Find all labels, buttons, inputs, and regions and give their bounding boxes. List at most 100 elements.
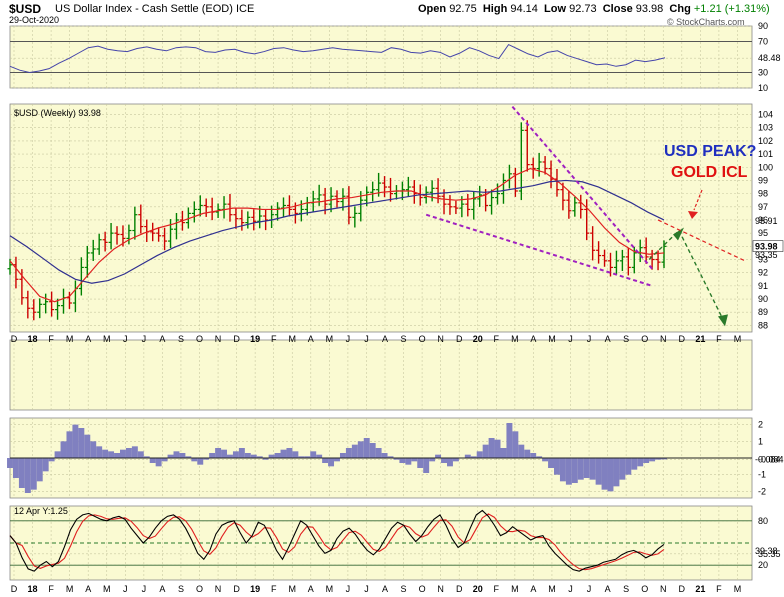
- macd-value-label: -0.084: [755, 454, 781, 464]
- x-tick-label-bottom: M: [734, 584, 742, 594]
- x-tick-label-bottom: J: [364, 584, 369, 594]
- annotation-usd-peak: USD PEAK?: [664, 143, 756, 160]
- x-tick-label: D: [233, 334, 240, 344]
- x-tick-label: D: [679, 334, 686, 344]
- price-panel: [9, 103, 753, 333]
- x-tick-label-bottom: J: [123, 584, 128, 594]
- x-tick-label-bottom: D: [233, 584, 240, 594]
- chart-canvas: D D 18 18 F F M M A A M M J J J J A A S S O O N N D D 19 19 F F M M A A M M…: [7, 21, 784, 594]
- price-title: $USD (Weekly) 93.98: [14, 108, 101, 118]
- x-tick-label: M: [289, 334, 297, 344]
- x-tick-label-bottom: J: [142, 584, 147, 594]
- x-tick-label-bottom: J: [568, 584, 573, 594]
- price-tick: 100: [758, 162, 773, 172]
- stoch-title: 12 Apr Y:1.25: [14, 506, 68, 516]
- x-tick-label-bottom: S: [623, 584, 629, 594]
- rsi-tick: 90: [758, 21, 768, 31]
- x-tick-label-bottom: A: [382, 584, 388, 594]
- x-tick-label-bottom: S: [178, 584, 184, 594]
- x-tick-label: S: [178, 334, 184, 344]
- x-tick-label: 19: [250, 334, 260, 344]
- price-tick: 98: [758, 189, 768, 199]
- price-tick: 101: [758, 149, 773, 159]
- x-tick-label-bottom: O: [641, 584, 648, 594]
- x-tick-label: M: [548, 334, 556, 344]
- x-tick-label-bottom: J: [346, 584, 351, 594]
- x-tick-label: S: [623, 334, 629, 344]
- x-tick-label: M: [511, 334, 519, 344]
- ma-slow-value-label: 95.91: [755, 216, 778, 226]
- x-tick-label-bottom: A: [605, 584, 611, 594]
- x-tick-label: N: [660, 334, 667, 344]
- x-tick-label-bottom: N: [215, 584, 222, 594]
- x-tick-label: F: [271, 334, 277, 344]
- x-tick-label-bottom: M: [289, 584, 297, 594]
- x-tick-label-bottom: M: [103, 584, 111, 594]
- annotation-gold-icl: GOLD ICL: [671, 164, 748, 181]
- price-tick: 90: [758, 294, 768, 304]
- price-tick: 89: [758, 307, 768, 317]
- price-tick: 92: [758, 268, 768, 278]
- x-tick-label-bottom: M: [66, 584, 74, 594]
- x-tick-label-bottom: D: [11, 584, 18, 594]
- macd-tick: 1: [758, 436, 763, 446]
- empty-panel: [9, 339, 753, 411]
- x-tick-label: S: [401, 334, 407, 344]
- price-tick: 103: [758, 123, 773, 133]
- x-tick-label-bottom: A: [308, 584, 314, 594]
- rsi-tick: 48.48: [758, 53, 781, 63]
- x-tick-label: O: [419, 334, 426, 344]
- x-tick-label-bottom: F: [271, 584, 277, 594]
- price-tick: 97: [758, 202, 768, 212]
- x-tick-label: A: [605, 334, 611, 344]
- x-tick-label-bottom: 18: [28, 584, 38, 594]
- rsi-tick: 30: [758, 68, 768, 78]
- x-tick-label: J: [123, 334, 128, 344]
- stoch-value-label: 39.38: [755, 546, 778, 556]
- x-tick-label-bottom: M: [548, 584, 556, 594]
- x-tick-label-bottom: O: [419, 584, 426, 594]
- price-tick: 104: [758, 110, 773, 120]
- x-tick-label-bottom: F: [48, 584, 54, 594]
- x-tick-label-bottom: 20: [473, 584, 483, 594]
- price-tick: 95: [758, 228, 768, 238]
- price-tick: 99: [758, 175, 768, 185]
- x-tick-label-bottom: F: [716, 584, 722, 594]
- macd-tick: -2: [758, 486, 766, 496]
- x-tick-label: M: [66, 334, 74, 344]
- x-tick-label: M: [326, 334, 334, 344]
- x-tick-label: A: [382, 334, 388, 344]
- x-tick-label: 20: [473, 334, 483, 344]
- x-tick-label-bottom: J: [587, 584, 592, 594]
- x-tick-label: O: [196, 334, 203, 344]
- x-tick-label: F: [716, 334, 722, 344]
- x-tick-label: J: [587, 334, 592, 344]
- x-tick-label: D: [456, 334, 463, 344]
- rsi-tick: 70: [758, 37, 768, 47]
- x-tick-label: J: [346, 334, 351, 344]
- x-tick-label: A: [530, 334, 536, 344]
- x-tick-label: N: [437, 334, 444, 344]
- chart-panels: [9, 25, 753, 581]
- x-tick-label-bottom: 21: [695, 584, 705, 594]
- x-tick-label: M: [103, 334, 111, 344]
- ma-fast-value-label: 93.35: [755, 250, 778, 260]
- x-tick-label-bottom: A: [159, 584, 165, 594]
- x-tick-label: A: [159, 334, 165, 344]
- x-tick-label-bottom: D: [679, 584, 686, 594]
- x-tick-label: F: [494, 334, 500, 344]
- price-tick: 88: [758, 320, 768, 330]
- x-tick-label-bottom: A: [85, 584, 91, 594]
- x-tick-label: J: [142, 334, 147, 344]
- stoch-tick: 80: [758, 516, 768, 526]
- rsi-panel: [9, 25, 753, 89]
- stoch-tick: 20: [758, 560, 768, 570]
- x-tick-label: M: [734, 334, 742, 344]
- x-tick-label: N: [215, 334, 222, 344]
- x-tick-label-bottom: M: [326, 584, 334, 594]
- macd-tick: 2: [758, 420, 763, 430]
- x-tick-label-bottom: N: [660, 584, 667, 594]
- x-tick-label-bottom: N: [437, 584, 444, 594]
- macd-tick: -1: [758, 470, 766, 480]
- x-tick-label: A: [308, 334, 314, 344]
